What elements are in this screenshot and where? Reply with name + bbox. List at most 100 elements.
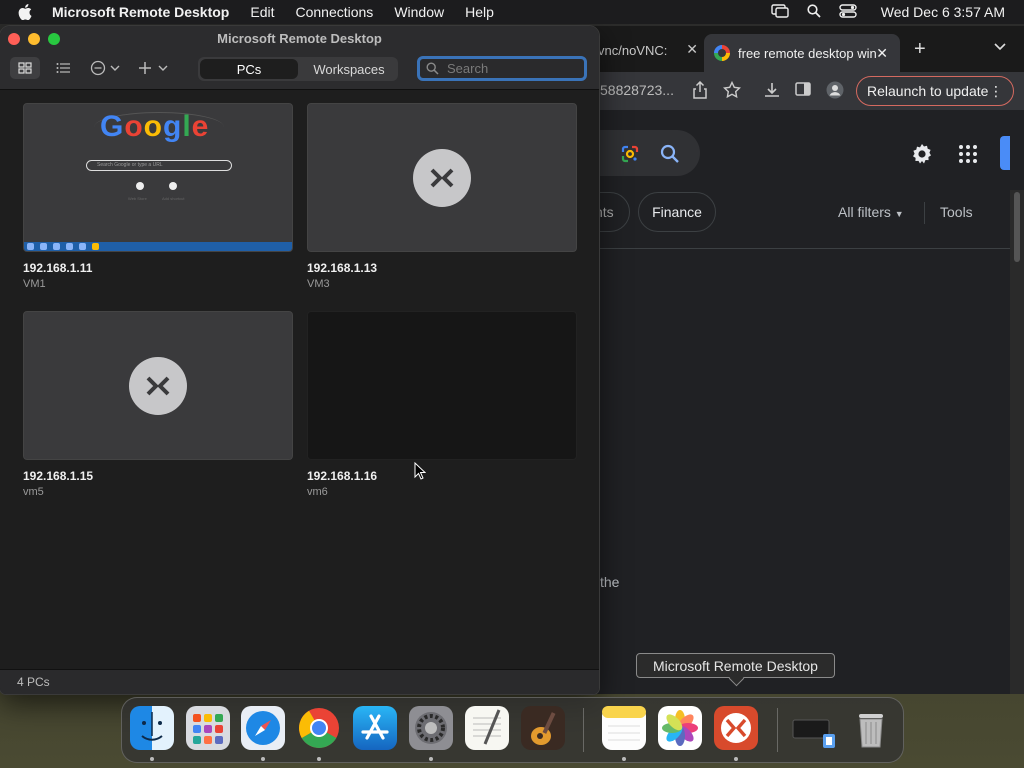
- pc-thumbnail-google-screenshot[interactable]: Google Search Google or type a URL Web S…: [23, 103, 293, 252]
- menu-connections[interactable]: Connections: [295, 4, 373, 20]
- grid-view-button[interactable]: [10, 57, 40, 79]
- dock-separator: [583, 708, 584, 752]
- result-snippet-text: the: [600, 574, 620, 590]
- close-tab-icon[interactable]: ✕: [876, 45, 888, 62]
- finder-icon[interactable]: [130, 706, 174, 750]
- launchpad-icon[interactable]: [186, 706, 230, 750]
- user-accounts-menu-button[interactable]: [90, 58, 124, 78]
- pc-address: 192.168.1.11: [23, 261, 93, 275]
- download-icon[interactable]: [763, 81, 781, 99]
- downloads-stack-icon[interactable]: [791, 706, 835, 750]
- address-bar-url[interactable]: 58828723...: [600, 82, 674, 98]
- pc-grid: Google Search Google or type a URL Web S…: [0, 91, 599, 669]
- google-lens-icon[interactable]: [620, 144, 640, 164]
- relaunch-label: Relaunch to update: [867, 83, 989, 99]
- relaunch-to-update-button[interactable]: Relaunch to update ⋮: [856, 76, 1014, 106]
- dock-tooltip: Microsoft Remote Desktop: [636, 653, 835, 678]
- plus-icon: [139, 62, 151, 74]
- grid-icon: [18, 62, 32, 74]
- profile-icon[interactable]: [826, 81, 844, 99]
- notes-icon[interactable]: [602, 706, 646, 750]
- textedit-icon[interactable]: [465, 706, 509, 750]
- app-store-icon[interactable]: [353, 706, 397, 750]
- pc-card-vm3[interactable]: 192.168.1.13 VM3: [307, 103, 577, 290]
- pc-thumbnail-black-screen[interactable]: [307, 311, 577, 460]
- pc-thumbnail[interactable]: [307, 103, 577, 252]
- settings-gear-icon[interactable]: [910, 142, 934, 166]
- search-icon: [426, 62, 439, 75]
- screen-mirroring-icon[interactable]: [771, 3, 789, 21]
- pc-name: vm6: [307, 486, 328, 498]
- account-avatar[interactable]: [1000, 136, 1010, 170]
- logo-letter: o: [143, 110, 163, 143]
- thumb-taskbar-icon: [40, 243, 47, 250]
- list-view-button[interactable]: [52, 58, 74, 78]
- pc-thumbnail[interactable]: [23, 311, 293, 460]
- browser-tab-novnc[interactable]: vnc/noVNC: ✕: [598, 36, 698, 64]
- pc-card-vm5[interactable]: 192.168.1.15 vm5: [23, 311, 293, 498]
- share-icon[interactable]: [692, 80, 710, 99]
- control-center-icon[interactable]: [839, 3, 857, 21]
- remote-desktop-logo-icon: [129, 357, 187, 415]
- garageband-icon[interactable]: [521, 706, 565, 750]
- safari-icon[interactable]: [241, 706, 285, 750]
- tab-pcs[interactable]: PCs: [200, 59, 298, 79]
- tab-title: vnc/noVNC:: [598, 42, 668, 58]
- chevron-down-icon: [110, 65, 120, 71]
- chrome-icon[interactable]: [297, 706, 341, 750]
- spotlight-search-icon[interactable]: [807, 3, 821, 21]
- chevron-down-icon[interactable]: [994, 40, 1006, 54]
- tab-workspaces[interactable]: Workspaces: [300, 57, 398, 81]
- pc-address: 192.168.1.15: [23, 469, 94, 483]
- remote-desktop-icon[interactable]: [714, 706, 758, 750]
- google-apps-grid-icon[interactable]: [958, 144, 978, 164]
- logo-letter: o: [124, 110, 144, 143]
- system-settings-icon[interactable]: [409, 706, 453, 750]
- pc-address: 192.168.1.16: [307, 469, 378, 483]
- pc-card-vm1[interactable]: Google Search Google or type a URL Web S…: [23, 103, 293, 290]
- menu-app-name[interactable]: Microsoft Remote Desktop: [52, 4, 229, 20]
- list-icon: [56, 63, 70, 73]
- bookmark-star-icon[interactable]: [722, 80, 742, 99]
- scrollbar-thumb[interactable]: [1014, 192, 1020, 262]
- side-panel-icon[interactable]: [795, 81, 813, 99]
- thumb-taskbar-icon: [66, 243, 73, 250]
- running-indicator: [261, 757, 265, 761]
- pc-address: 192.168.1.13: [307, 261, 378, 275]
- vertical-scrollbar[interactable]: [1010, 190, 1024, 694]
- thumb-taskbar-icon: [27, 243, 34, 250]
- search-icon[interactable]: [660, 144, 680, 164]
- menu-window[interactable]: Window: [394, 4, 444, 20]
- status-footer: 4 PCs: [0, 669, 599, 694]
- thumb-taskbar-icon: [92, 243, 99, 250]
- add-button[interactable]: [138, 58, 172, 78]
- running-indicator: [317, 757, 321, 761]
- apple-icon[interactable]: [18, 4, 38, 20]
- results-divider: [590, 248, 1010, 249]
- chevron-down-icon: [158, 65, 168, 71]
- menu-help[interactable]: Help: [465, 4, 494, 20]
- trash-icon[interactable]: [849, 706, 893, 750]
- photos-icon[interactable]: [658, 706, 702, 750]
- view-segmented-control: PCs Workspaces: [198, 57, 398, 81]
- more-options-icon[interactable]: ⋮: [989, 83, 1003, 100]
- window-title: Microsoft Remote Desktop: [217, 31, 382, 46]
- search-input[interactable]: [447, 61, 577, 76]
- tools-button[interactable]: Tools: [940, 204, 973, 220]
- pc-card-vm6[interactable]: 192.168.1.16 vm6: [307, 311, 577, 498]
- thumb-shortcut-label: Add shortcut: [162, 196, 185, 201]
- menubar-clock[interactable]: Wed Dec 6 3:57 AM: [881, 4, 1005, 20]
- new-tab-icon[interactable]: +: [914, 38, 926, 61]
- all-filters-button[interactable]: All filters ▼: [838, 204, 904, 220]
- search-results-page: nts Finance All filters ▼ Tools the: [590, 110, 1024, 694]
- thumb-search-box: Search Google or type a URL: [86, 160, 232, 171]
- browser-tab-google-search[interactable]: free remote desktop win ✕: [704, 34, 900, 72]
- google-favicon-icon: [714, 45, 730, 61]
- remote-desktop-logo-icon: [413, 149, 471, 207]
- search-box[interactable]: [590, 130, 700, 176]
- filter-chip-finance[interactable]: Finance: [638, 192, 716, 232]
- menu-edit[interactable]: Edit: [250, 4, 274, 20]
- close-tab-icon[interactable]: ✕: [686, 41, 698, 58]
- dock: [121, 697, 904, 763]
- search-field[interactable]: [417, 56, 587, 81]
